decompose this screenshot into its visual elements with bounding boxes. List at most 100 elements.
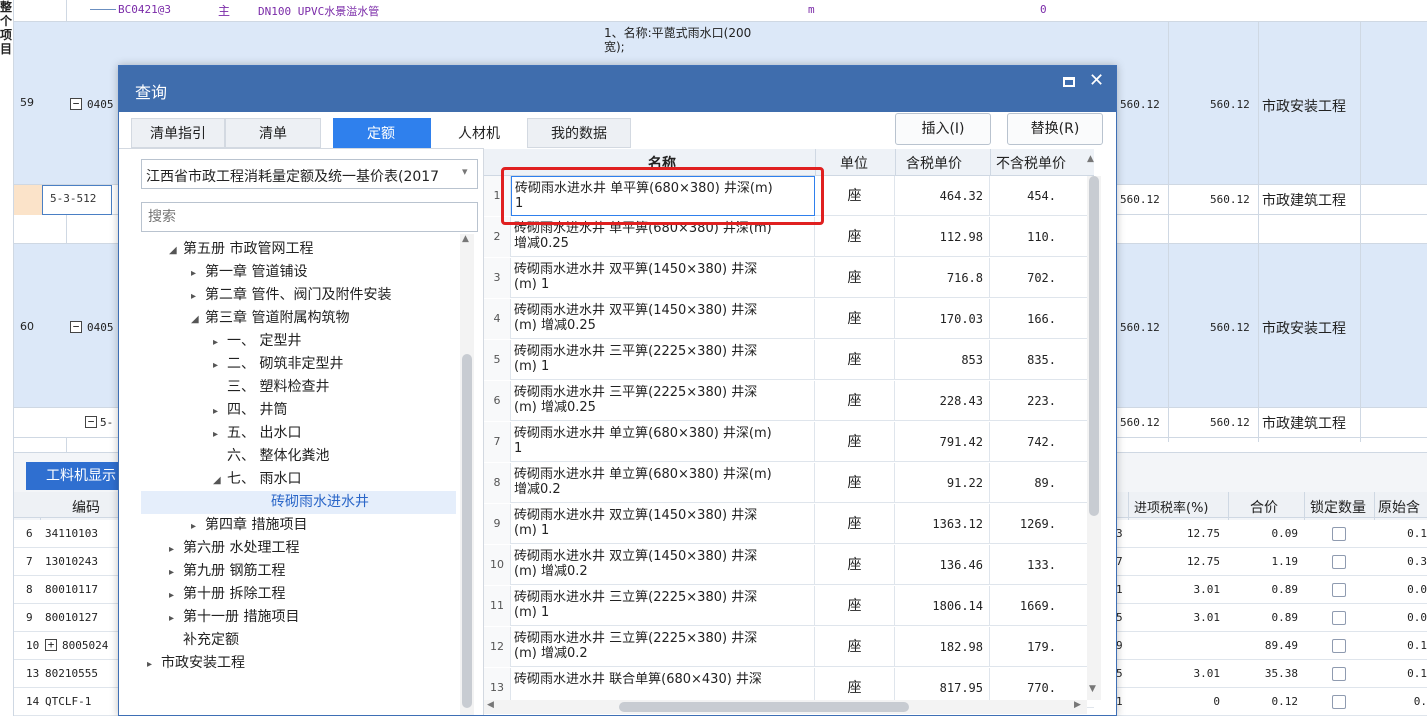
quota-row[interactable]: 9 砖砌雨水进水井 双立箅(1450×380) 井深 (m) 1 座 1363.12 12… xyxy=(484,504,1094,544)
tree-item[interactable]: 三、 塑料检查井 xyxy=(141,376,456,399)
tree-item[interactable]: ▸ 第九册 钢筋工程 xyxy=(141,560,456,583)
bottom-row-total: 89.49 xyxy=(1264,639,1298,652)
row-name-line: 1 xyxy=(514,441,523,456)
lock-checkbox[interactable] xyxy=(1332,611,1346,625)
tree-arrow-icon[interactable]: ◢ xyxy=(213,469,227,492)
tree-item-label: 市政安装工程 xyxy=(161,655,245,671)
tree-item[interactable]: ◢ 七、 雨水口 xyxy=(141,468,456,491)
tree-arrow-icon[interactable]: ▸ xyxy=(213,354,227,377)
row-price-notax: 454. xyxy=(1027,189,1056,203)
quota-row[interactable]: 10 砖砌雨水进水井 双立箅(1450×380) 井深 (m) 增减0.2 座 136.… xyxy=(484,545,1094,585)
expand-icon[interactable]: + xyxy=(45,639,57,651)
quota-row[interactable]: 11 砖砌雨水进水井 三立箅(2225×380) 井深 (m) 1 座 1806.14 1… xyxy=(484,586,1094,626)
maximize-icon[interactable] xyxy=(1063,77,1075,87)
tree-arrow-icon[interactable]: ▸ xyxy=(147,653,161,676)
tree-item-label: 第十册 拆除工程 xyxy=(183,586,286,602)
tree-item[interactable]: ▸ 第十册 拆除工程 xyxy=(141,583,456,606)
quota-row[interactable]: 7 砖砌雨水进水井 单立箅(680×380) 井深(m) 1 座 791.42 742. xyxy=(484,422,1094,462)
tree-item-label: 三、 塑料检查井 xyxy=(227,379,330,395)
tree-arrow-icon[interactable]: ▸ xyxy=(169,607,183,630)
row-number: 9 xyxy=(484,504,511,544)
row-name-line: 砖砌雨水进水井 三平箅(2225×380) 井深 xyxy=(514,344,758,359)
tree-arrow-icon[interactable]: ▸ xyxy=(191,262,205,285)
row-price-tax: 1363.12 xyxy=(895,504,990,544)
row-name-line: (m) 1 xyxy=(514,277,550,292)
tree-item[interactable]: ▸ 四、 井筒 xyxy=(141,399,456,422)
row-name: 砖砌雨水进水井 三平箅(2225×380) 井深 (m) 增减0.25 xyxy=(511,381,815,421)
tree-item[interactable]: ▸ 市政安装工程 xyxy=(141,652,456,675)
collapse-icon[interactable]: − xyxy=(70,321,82,333)
quota-row[interactable]: 5 砖砌雨水进水井 三平箅(2225×380) 井深 (m) 1 座 853 835. xyxy=(484,340,1094,380)
tree-item[interactable]: 砖砌雨水进水井 xyxy=(141,491,456,514)
bottom-row-orig: 0.0 xyxy=(1407,583,1427,596)
bottom-row-tax: 12.75 xyxy=(1186,527,1220,540)
bottom-row-orig: 0.0 xyxy=(1407,611,1427,624)
quota-row[interactable]: 4 砖砌雨水进水井 双平箅(1450×380) 井深 (m) 增减0.25 座 170.… xyxy=(484,299,1094,339)
quota-row[interactable]: 3 砖砌雨水进水井 双平箅(1450×380) 井深 (m) 1 座 716.8 702. xyxy=(484,258,1094,298)
bottom-tab[interactable]: 工料机显示 xyxy=(26,462,118,490)
tree-item[interactable]: ▸ 一、 定型井 xyxy=(141,330,456,353)
tree-arrow-icon[interactable]: ◢ xyxy=(169,239,183,262)
tree-arrow-icon[interactable]: ◢ xyxy=(191,308,205,331)
row-name: 砖砌雨水进水井 双平箅(1450×380) 井深 (m) 增减0.25 xyxy=(511,299,815,339)
table-scrollbar[interactable] xyxy=(1087,176,1101,700)
tree-arrow-icon[interactable]: ▸ xyxy=(169,538,183,561)
tree-item[interactable]: ▸ 第一章 管道铺设 xyxy=(141,261,456,284)
row-number: 8 xyxy=(484,463,511,503)
tree-arrow-icon[interactable]: ▸ xyxy=(213,400,227,423)
search-input[interactable] xyxy=(141,202,478,232)
tree-item[interactable]: ▸ 二、 砌筑非定型井 xyxy=(141,353,456,376)
sub-512-code[interactable]: 5-3-512 xyxy=(50,192,96,205)
tree-item[interactable]: ▸ 五、 出水口 xyxy=(141,422,456,445)
tree-arrow-icon[interactable]: ▸ xyxy=(169,561,183,584)
tab-quota[interactable]: 定额 xyxy=(333,118,429,148)
top-row-type: 主 xyxy=(218,4,231,18)
tree-arrow-icon[interactable]: ▸ xyxy=(191,285,205,308)
lock-checkbox[interactable] xyxy=(1332,639,1346,653)
bottom-row-tax: 12.75 xyxy=(1186,555,1220,568)
quota-row[interactable]: 6 砖砌雨水进水井 三平箅(2225×380) 井深 (m) 增减0.25 座 228.… xyxy=(484,381,1094,421)
close-icon[interactable]: ✕ xyxy=(1089,70,1104,91)
tab-list[interactable]: 清单 xyxy=(225,118,321,148)
collapse-icon[interactable]: − xyxy=(85,416,97,428)
quota-row[interactable]: 12 砖砌雨水进水井 三立箅(2225×380) 井深 (m) 增减0.2 座 182.… xyxy=(484,627,1094,667)
tree-item[interactable]: ◢ 第三章 管道附属构筑物 xyxy=(141,307,456,330)
tab-list-guide[interactable]: 清单指引 xyxy=(131,118,225,148)
library-select[interactable]: 江西省市政工程消耗量定额及统一基价表(2017 ▾ xyxy=(141,159,478,189)
replace-button[interactable]: 替换(R) xyxy=(1007,113,1103,145)
tree-item[interactable]: ▸ 第二章 管件、阀门及附件安装 xyxy=(141,284,456,307)
tree-arrow-icon[interactable]: ▸ xyxy=(213,423,227,446)
top-row-code: BC0421@3 xyxy=(118,3,171,16)
insert-button[interactable]: 插入(I) xyxy=(895,113,991,145)
row-60-num: 60 xyxy=(20,320,34,333)
row-price-tax: 464.32 xyxy=(895,176,990,216)
scroll-up-icon[interactable]: ▲ xyxy=(1087,154,1094,164)
tree-item[interactable]: ▸ 第四章 措施项目 xyxy=(141,514,456,537)
tree-arrow-icon[interactable]: ▸ xyxy=(213,331,227,354)
bottom-row-num: 7 xyxy=(26,555,33,568)
tab-my-data[interactable]: 我的数据 xyxy=(527,118,631,148)
tree-scrollbar[interactable]: ▲ xyxy=(460,234,474,715)
tree-item[interactable]: ◢ 第五册 市政管网工程 xyxy=(141,238,456,261)
lock-checkbox[interactable] xyxy=(1332,667,1346,681)
tree-arrow-icon[interactable]: ▸ xyxy=(191,515,205,538)
tree-item[interactable]: ▸ 第六册 水处理工程 xyxy=(141,537,456,560)
quota-row[interactable]: 8 砖砌雨水进水井 单立箅(680×380) 井深(m) 增减0.2 座 91.22 89… xyxy=(484,463,1094,503)
row-59-code: 0405 xyxy=(87,98,114,111)
tab-material[interactable]: 人材机 xyxy=(431,118,527,148)
scroll-down-icon[interactable]: ▼ xyxy=(1089,684,1096,694)
lock-checkbox[interactable] xyxy=(1332,583,1346,597)
tree-item[interactable]: ▸ 第十一册 措施项目 xyxy=(141,606,456,629)
tree-arrow-icon[interactable]: ▸ xyxy=(169,584,183,607)
tree-item-label: 二、 砌筑非定型井 xyxy=(227,356,344,372)
lock-checkbox[interactable] xyxy=(1332,695,1346,709)
desc-line: 1、名称:平蓖式雨水口(200 xyxy=(604,26,752,40)
horizontal-scrollbar[interactable]: ◀ ▶ xyxy=(484,700,1087,714)
side-char: 整 xyxy=(0,0,13,14)
collapse-icon[interactable]: − xyxy=(70,98,82,110)
query-dialog: 查询 ✕ 清单指引 清单 定额 人材机 我的数据 插入(I) 替换(R) 江西省… xyxy=(118,65,1117,716)
tree-item[interactable]: 补充定额 xyxy=(141,629,456,652)
lock-checkbox[interactable] xyxy=(1332,555,1346,569)
lock-checkbox[interactable] xyxy=(1332,527,1346,541)
tree-item[interactable]: 六、 整体化粪池 xyxy=(141,445,456,468)
